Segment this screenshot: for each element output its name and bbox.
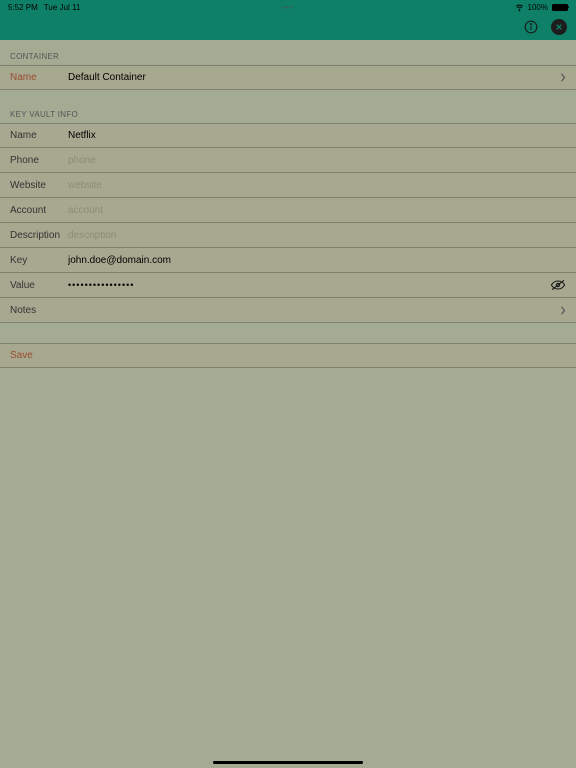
home-indicator[interactable] bbox=[213, 761, 363, 764]
vault-key-label: Key bbox=[10, 255, 68, 266]
vault-name-label: Name bbox=[10, 130, 68, 141]
vault-phone-row[interactable]: Phone bbox=[0, 148, 576, 173]
save-button[interactable]: Save bbox=[0, 343, 576, 368]
close-button[interactable] bbox=[550, 18, 568, 36]
battery-icon bbox=[552, 4, 568, 11]
wifi-icon bbox=[515, 3, 524, 12]
visibility-toggle-icon[interactable] bbox=[550, 279, 566, 291]
info-button[interactable] bbox=[522, 18, 540, 36]
vault-website-input[interactable] bbox=[68, 180, 566, 191]
nav-bar bbox=[0, 14, 576, 40]
container-name-label: Name bbox=[10, 72, 68, 83]
battery-percent: 100% bbox=[528, 3, 548, 12]
chevron-right-icon bbox=[560, 306, 566, 315]
vault-section-header: KEY VAULT INFO bbox=[0, 90, 576, 123]
vault-website-row[interactable]: Website bbox=[0, 173, 576, 198]
container-name-row[interactable]: Name Default Container bbox=[0, 65, 576, 90]
status-center-dots: ••• bbox=[282, 3, 293, 12]
container-name-value: Default Container bbox=[68, 72, 560, 83]
vault-key-input[interactable] bbox=[68, 255, 566, 266]
vault-value-masked: •••••••••••••••• bbox=[68, 280, 550, 290]
vault-name-input[interactable] bbox=[68, 130, 566, 141]
vault-description-row[interactable]: Description bbox=[0, 223, 576, 248]
vault-value-label: Value bbox=[10, 280, 68, 291]
vault-name-row[interactable]: Name bbox=[0, 123, 576, 148]
status-date: Tue Jul 11 bbox=[44, 3, 80, 12]
chevron-right-icon bbox=[560, 73, 566, 82]
container-section-header: CONTAINER bbox=[0, 40, 576, 65]
vault-notes-row[interactable]: Notes bbox=[0, 298, 576, 323]
vault-notes-label: Notes bbox=[10, 305, 560, 316]
vault-account-input[interactable] bbox=[68, 205, 566, 216]
vault-description-input[interactable] bbox=[68, 230, 566, 241]
vault-website-label: Website bbox=[10, 180, 68, 191]
vault-key-row[interactable]: Key bbox=[0, 248, 576, 273]
vault-account-label: Account bbox=[10, 205, 68, 216]
status-time: 5:52 PM bbox=[8, 3, 38, 12]
status-bar: 5:52 PM Tue Jul 11 ••• 100% bbox=[0, 0, 576, 14]
vault-value-row[interactable]: Value •••••••••••••••• bbox=[0, 273, 576, 298]
vault-account-row[interactable]: Account bbox=[0, 198, 576, 223]
vault-phone-input[interactable] bbox=[68, 155, 566, 166]
save-label: Save bbox=[10, 350, 33, 361]
vault-description-label: Description bbox=[10, 230, 68, 241]
vault-phone-label: Phone bbox=[10, 155, 68, 166]
